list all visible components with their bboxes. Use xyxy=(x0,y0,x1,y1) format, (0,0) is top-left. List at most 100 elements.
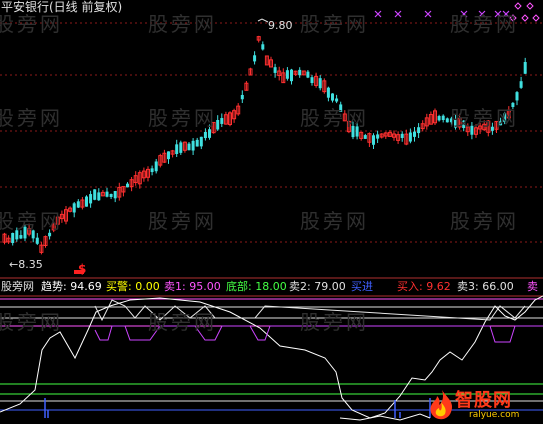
sell-zone-line xyxy=(94,299,526,322)
diamond-marker xyxy=(526,2,534,10)
candle-body xyxy=(400,133,404,138)
candle-body xyxy=(72,203,76,213)
candle-body xyxy=(470,125,474,135)
candle-body xyxy=(335,98,339,102)
candle-body xyxy=(97,192,101,201)
candle-body xyxy=(76,201,80,208)
candle-body xyxy=(499,121,503,126)
candle-body xyxy=(523,62,527,74)
candle-body xyxy=(413,131,416,137)
candle-body xyxy=(326,87,330,98)
low-price-label: ←8.35 xyxy=(9,258,43,271)
candle-body xyxy=(11,232,15,244)
sell-x-marker xyxy=(394,10,402,18)
flame-icon xyxy=(430,390,453,420)
sell-x-marker xyxy=(460,10,468,18)
candle-body xyxy=(355,126,359,137)
candle-body xyxy=(441,115,445,121)
candle-body xyxy=(273,67,277,73)
candle-body xyxy=(376,134,380,139)
brand-name: 智股网 xyxy=(455,390,512,411)
legend-item: 买入: 9.62 xyxy=(397,280,451,293)
legend-item: 买进 xyxy=(351,280,373,293)
candle-body xyxy=(93,189,97,200)
candle-body xyxy=(490,126,494,131)
candle-body xyxy=(113,191,117,199)
chart-markers xyxy=(74,2,540,274)
diamond-marker xyxy=(532,14,540,22)
candle-body xyxy=(216,119,220,130)
diamond-marker xyxy=(514,2,522,10)
candle-body xyxy=(31,230,35,239)
candle-body xyxy=(503,113,507,122)
sell-x-marker xyxy=(478,10,486,18)
candle-body xyxy=(208,129,211,138)
candle-body xyxy=(462,120,466,129)
candle-body xyxy=(19,235,23,239)
candle-body xyxy=(306,71,310,78)
candle-body xyxy=(519,81,523,88)
candle-body xyxy=(310,77,314,83)
candle-body xyxy=(191,140,195,151)
buy-signal-marker: $ xyxy=(78,262,87,276)
indicator-name: 股旁网 xyxy=(1,280,34,293)
bottom-line xyxy=(339,413,431,421)
candle-body xyxy=(253,55,257,62)
candle-body xyxy=(318,78,322,89)
candle-body xyxy=(220,118,224,124)
candle-body xyxy=(105,191,109,197)
candle-body xyxy=(445,118,449,123)
candle-body xyxy=(15,230,19,240)
sell-x-marker xyxy=(494,10,502,18)
sell-x-marker xyxy=(424,10,432,18)
candle-body xyxy=(331,93,334,101)
high-leader-line xyxy=(257,18,269,23)
candle-body xyxy=(339,104,343,112)
candle-body xyxy=(240,94,244,100)
candle-body xyxy=(449,118,453,123)
legend-item: 卖1: 95.00 xyxy=(164,280,221,293)
candle-body xyxy=(408,132,412,142)
candle-body xyxy=(290,69,293,82)
candle-body xyxy=(363,135,367,139)
chart-title: 平安银行(日线 前复权) xyxy=(1,0,123,14)
candle-body xyxy=(154,161,158,172)
candle-body xyxy=(199,136,203,147)
brand-logo: 智股网 ralyue.com xyxy=(425,386,543,424)
candle-body xyxy=(150,168,154,173)
candle-body xyxy=(203,131,207,139)
candle-body xyxy=(195,139,199,147)
low-price-value: 8.35 xyxy=(18,258,43,271)
candle-body xyxy=(89,194,93,204)
candle-body xyxy=(48,232,52,237)
candle-body xyxy=(351,125,355,138)
candle-body xyxy=(179,142,183,153)
candle-body xyxy=(437,116,441,121)
candle-body xyxy=(285,70,289,79)
candle-body xyxy=(126,183,129,188)
indicator-legend: 股旁网 趋势: 94.69 买警: 0.00 卖1: 95.00 底部: 18.00 卖… xyxy=(0,280,543,294)
legend-item: 底部: 18.00 xyxy=(226,280,287,293)
chart-canvas[interactable] xyxy=(0,0,543,424)
candle-body xyxy=(167,151,170,160)
candle-body xyxy=(372,135,375,145)
candle-body xyxy=(511,102,515,108)
candle-body xyxy=(417,127,421,134)
candle-body xyxy=(515,92,519,101)
legend-item: 卖 xyxy=(527,280,538,293)
candle-body xyxy=(23,226,27,239)
high-price-label: 9.80 xyxy=(268,19,293,32)
diamond-marker xyxy=(509,14,517,22)
candle-body xyxy=(454,119,457,128)
legend-item: 卖2: 79.00 xyxy=(289,280,346,293)
candle-body xyxy=(35,237,39,244)
candle-body xyxy=(175,144,179,155)
sell-x-marker xyxy=(374,10,382,18)
candle-body xyxy=(298,69,302,76)
candle-body xyxy=(261,44,265,50)
sell-x-marker xyxy=(502,10,510,18)
legend-item: 卖3: 66.00 xyxy=(457,280,514,293)
candle-body xyxy=(85,196,88,207)
legend-item: 趋势: 94.69 xyxy=(41,280,102,293)
candle-body xyxy=(109,193,113,198)
